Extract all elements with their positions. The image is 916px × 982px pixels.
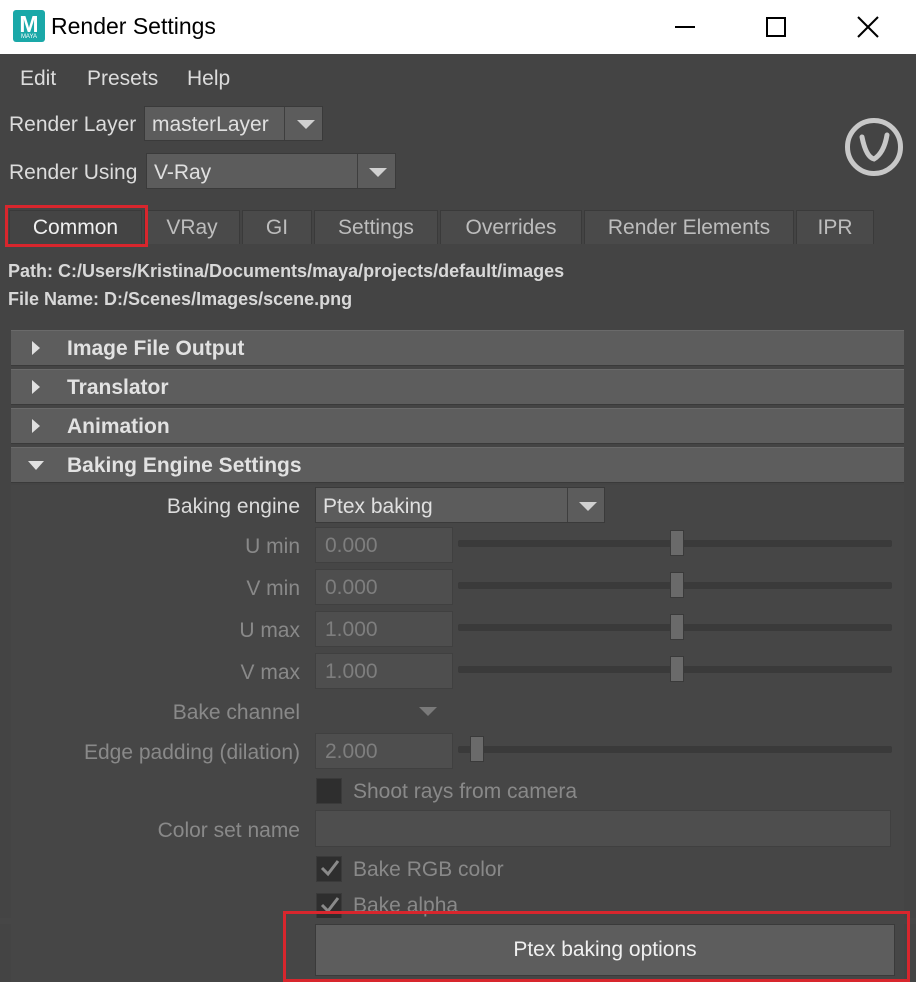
render-using-label: Render Using bbox=[9, 161, 138, 184]
baking-engine-value: Ptex baking bbox=[323, 495, 433, 518]
baking-engine-dropdown[interactable]: Ptex baking bbox=[315, 487, 605, 523]
checkmark-icon bbox=[320, 897, 340, 914]
window-title: Render Settings bbox=[51, 13, 216, 39]
render-layer-dropdown[interactable]: masterLayer bbox=[144, 106, 323, 141]
bake-rgb-label: Bake RGB color bbox=[353, 858, 504, 881]
edge-padding-slider-thumb[interactable] bbox=[470, 736, 484, 762]
ptex-baking-options-button[interactable]: Ptex baking options bbox=[315, 924, 895, 976]
u-max-slider[interactable] bbox=[458, 614, 892, 640]
dropdown-separator bbox=[357, 154, 358, 188]
bake-channel-dropdown[interactable] bbox=[315, 694, 445, 730]
section-baking-engine-settings[interactable]: Baking Engine Settings bbox=[11, 447, 904, 483]
u-min-field[interactable]: 0.000 bbox=[315, 527, 453, 563]
close-button[interactable] bbox=[838, 0, 898, 54]
shoot-rays-checkbox[interactable] bbox=[316, 778, 342, 804]
tab-gi[interactable]: GI bbox=[242, 210, 312, 244]
chevron-down-icon bbox=[297, 120, 315, 129]
shoot-rays-label: Shoot rays from camera bbox=[353, 780, 578, 803]
chevron-down-icon bbox=[419, 707, 437, 716]
edge-padding-value: 2.000 bbox=[325, 740, 378, 763]
expand-arrow-icon bbox=[32, 341, 40, 355]
title-bar: M MAYA Render Settings bbox=[0, 0, 916, 54]
expand-arrow-icon bbox=[32, 380, 40, 394]
tab-overrides[interactable]: Overrides bbox=[440, 210, 582, 244]
section-animation[interactable]: Animation bbox=[11, 408, 904, 444]
menu-presets[interactable]: Presets bbox=[87, 67, 158, 91]
v-max-value: 1.000 bbox=[325, 660, 378, 683]
expand-arrow-icon bbox=[32, 419, 40, 433]
render-layer-label: Render Layer bbox=[9, 113, 137, 136]
tab-common[interactable]: Common bbox=[9, 210, 142, 244]
v-min-value: 0.000 bbox=[325, 576, 378, 599]
maya-app-icon: M MAYA bbox=[13, 10, 45, 42]
bake-channel-label: Bake channel bbox=[172, 701, 300, 724]
u-max-value: 1.000 bbox=[325, 618, 378, 641]
app-icon-sublabel: MAYA bbox=[20, 34, 38, 40]
menu-help[interactable]: Help bbox=[187, 67, 230, 91]
baking-engine-label: Baking engine bbox=[166, 495, 300, 518]
output-path: Path: C:/Users/Kristina/Documents/maya/p… bbox=[8, 261, 565, 281]
u-max-label: U max bbox=[239, 619, 300, 642]
v-max-slider-thumb[interactable] bbox=[670, 656, 684, 682]
v-max-slider[interactable] bbox=[458, 656, 892, 682]
u-min-label: U min bbox=[245, 535, 300, 558]
v-min-field[interactable]: 0.000 bbox=[315, 569, 453, 605]
collapse-arrow-icon bbox=[28, 461, 44, 470]
tab-render-elements[interactable]: Render Elements bbox=[584, 210, 794, 244]
u-min-value: 0.000 bbox=[325, 534, 378, 557]
vray-logo-icon bbox=[845, 118, 903, 176]
u-max-slider-thumb[interactable] bbox=[670, 614, 684, 640]
output-file-name: File Name: D:/Scenes/Images/scene.png bbox=[8, 289, 353, 309]
minimize-button[interactable] bbox=[655, 0, 715, 54]
tab-settings[interactable]: Settings bbox=[314, 210, 438, 244]
v-min-slider[interactable] bbox=[458, 572, 892, 598]
section-label: Baking Engine Settings bbox=[67, 454, 302, 477]
color-set-name-input[interactable] bbox=[315, 810, 891, 847]
edge-padding-slider[interactable] bbox=[458, 736, 892, 762]
minimize-icon bbox=[675, 26, 695, 28]
maximize-icon bbox=[766, 17, 786, 37]
render-layer-value: masterLayer bbox=[152, 113, 269, 136]
tab-vray[interactable]: VRay bbox=[144, 210, 240, 244]
menu-edit[interactable]: Edit bbox=[20, 67, 56, 91]
tab-ipr[interactable]: IPR bbox=[796, 210, 874, 244]
u-max-field[interactable]: 1.000 bbox=[315, 611, 453, 647]
v-min-label: V min bbox=[246, 577, 300, 600]
v-max-field[interactable]: 1.000 bbox=[315, 653, 453, 689]
bake-alpha-label: Bake alpha bbox=[353, 894, 459, 917]
v-max-label: V max bbox=[240, 661, 300, 684]
bake-rgb-checkbox[interactable] bbox=[316, 856, 342, 882]
checkmark-icon bbox=[320, 860, 340, 877]
chevron-down-icon bbox=[579, 502, 597, 511]
section-label: Translator bbox=[67, 376, 169, 399]
chevron-down-icon bbox=[369, 168, 387, 177]
section-label: Animation bbox=[67, 415, 170, 438]
render-using-dropdown[interactable]: V-Ray bbox=[146, 153, 396, 189]
u-min-slider[interactable] bbox=[458, 530, 892, 556]
edge-padding-label: Edge padding (dilation) bbox=[84, 741, 300, 764]
tab-bar: Common VRay GI Settings Overrides Render… bbox=[0, 208, 916, 246]
maximize-button[interactable] bbox=[746, 0, 806, 54]
v-min-slider-thumb[interactable] bbox=[670, 572, 684, 598]
section-label: Image File Output bbox=[67, 337, 245, 360]
section-translator[interactable]: Translator bbox=[11, 369, 904, 405]
close-icon bbox=[857, 16, 879, 38]
section-image-file-output[interactable]: Image File Output bbox=[11, 330, 904, 366]
dropdown-separator bbox=[567, 488, 568, 522]
color-set-label: Color set name bbox=[157, 819, 300, 842]
menu-bar: Edit Presets Help bbox=[0, 54, 916, 102]
render-using-value: V-Ray bbox=[154, 161, 212, 184]
edge-padding-field[interactable]: 2.000 bbox=[315, 733, 453, 769]
bake-alpha-checkbox[interactable] bbox=[316, 893, 342, 919]
u-min-slider-thumb[interactable] bbox=[670, 530, 684, 556]
dropdown-separator bbox=[284, 107, 285, 140]
